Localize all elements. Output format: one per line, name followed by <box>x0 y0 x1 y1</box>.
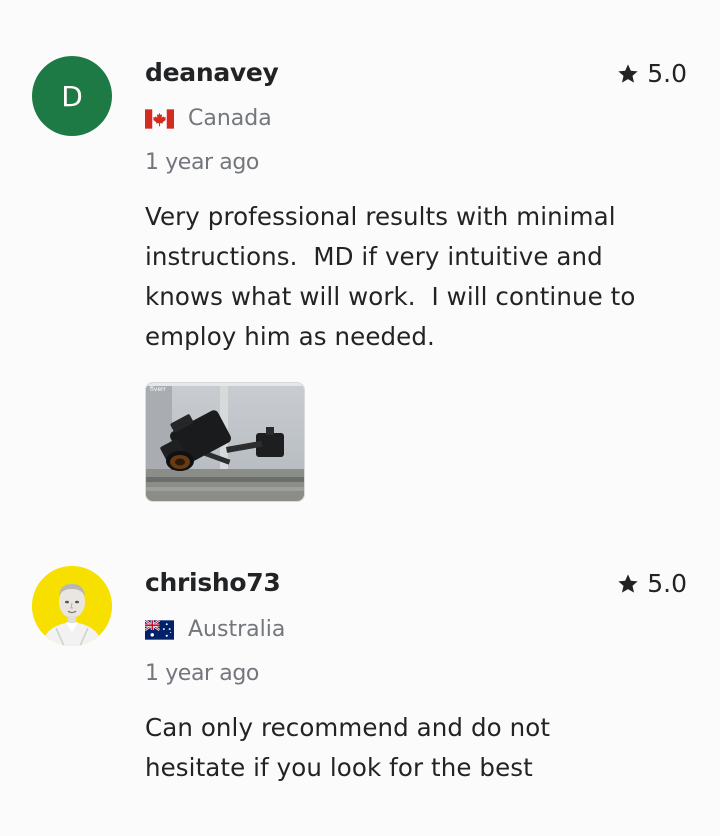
reviewer-portrait-image <box>32 566 112 646</box>
reviewer-country: Canada <box>145 106 272 131</box>
review-card: D deanavey 5.0 Canada 1 year ago Very pr… <box>0 0 720 540</box>
avatar[interactable] <box>32 566 112 646</box>
review-text: Can only recommend and do not hesitate i… <box>145 713 551 782</box>
rating-value: 5.0 <box>647 59 687 88</box>
avatar[interactable]: D <box>32 56 112 136</box>
avatar-initial: D <box>61 79 83 113</box>
review-card: chrisho73 5.0 Australia 1 year ago Can o… <box>0 540 720 836</box>
star-icon <box>618 573 638 593</box>
review-timestamp: 1 year ago <box>145 150 259 175</box>
star-icon <box>618 63 638 83</box>
reviewer-username[interactable]: chrisho73 <box>145 568 281 597</box>
review-attachment[interactable]: fiverr <box>145 382 305 502</box>
country-name: Australia <box>188 617 286 642</box>
review-text: Very professional results with minimal i… <box>145 202 636 351</box>
reviewer-country: Australia <box>145 617 285 642</box>
camera-on-window-mount-photo: fiverr <box>146 383 304 501</box>
country-name: Canada <box>188 106 272 131</box>
reviewer-username[interactable]: deanavey <box>145 58 279 87</box>
rating: 5.0 <box>617 59 687 88</box>
canada-flag-icon <box>145 108 174 129</box>
rating: 5.0 <box>617 569 687 598</box>
svg-text:fiverr: fiverr <box>150 386 166 393</box>
australia-flag-icon <box>145 619 174 640</box>
rating-value: 5.0 <box>647 569 687 598</box>
review-timestamp: 1 year ago <box>145 661 259 686</box>
